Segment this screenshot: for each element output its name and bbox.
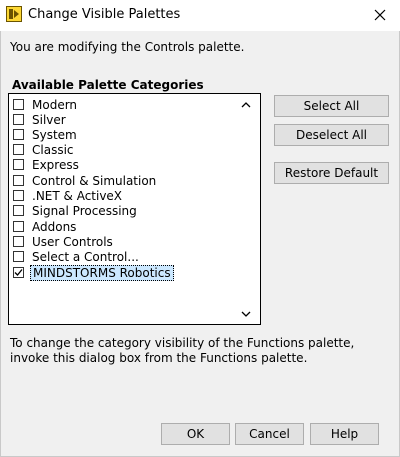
list-item-label: Addons <box>32 219 77 234</box>
checkbox[interactable] <box>13 159 24 170</box>
deselect-all-button[interactable]: Deselect All <box>274 124 389 146</box>
list-item[interactable]: Signal Processing <box>13 203 139 218</box>
labview-icon <box>6 6 22 22</box>
list-item-label: Classic <box>32 142 74 157</box>
checkbox[interactable] <box>13 205 24 216</box>
list-item-label: System <box>32 127 77 142</box>
restore-default-button[interactable]: Restore Default <box>274 162 389 184</box>
scroll-down-button[interactable] <box>240 308 252 320</box>
list-item-label: Select a Control... <box>32 249 139 264</box>
ok-button[interactable]: OK <box>161 423 230 445</box>
list-item-label: Express <box>32 157 79 172</box>
categories-heading: Available Palette Categories <box>12 78 204 92</box>
help-button[interactable]: Help <box>310 423 379 445</box>
checkbox[interactable] <box>13 221 24 232</box>
checkbox[interactable] <box>13 175 24 186</box>
list-item-label: MINDSTORMS Robotics <box>30 264 174 281</box>
list-item[interactable]: .NET & ActiveX <box>13 188 124 203</box>
scroll-up-button[interactable] <box>240 98 252 110</box>
intro-text: You are modifying the Controls palette. <box>10 40 245 54</box>
close-button[interactable] <box>360 0 400 30</box>
list-item[interactable]: Select a Control... <box>13 249 141 264</box>
list-item[interactable]: Classic <box>13 142 76 157</box>
checkbox[interactable] <box>13 144 24 155</box>
list-item[interactable]: Addons <box>13 219 78 234</box>
list-item-label: Signal Processing <box>32 203 137 218</box>
list-item-label: User Controls <box>32 234 113 249</box>
list-item-label: Silver <box>32 112 66 127</box>
list-item-label: .NET & ActiveX <box>32 188 123 203</box>
checkbox[interactable] <box>13 129 24 140</box>
list-item-label: Control & Simulation <box>32 173 157 188</box>
list-item[interactable]: Express <box>13 157 81 172</box>
checkbox[interactable] <box>13 114 24 125</box>
list-item[interactable]: Modern <box>13 97 79 112</box>
checkmark-icon <box>14 269 23 276</box>
list-item[interactable]: Silver <box>13 112 68 127</box>
window-title: Change Visible Palettes <box>28 7 181 22</box>
categories-listbox[interactable]: Modern Silver System Classic Express Con… <box>8 93 261 325</box>
checkbox[interactable] <box>13 190 24 201</box>
list-item[interactable]: User Controls <box>13 234 115 249</box>
cancel-button[interactable]: Cancel <box>235 423 304 445</box>
checkbox[interactable] <box>13 251 24 262</box>
title-bar: Change Visible Palettes <box>0 0 400 31</box>
footnote-text: To change the category visibility of the… <box>10 336 355 365</box>
chevron-up-icon <box>241 101 251 107</box>
list-item-label: Modern <box>32 97 78 112</box>
chevron-down-icon <box>241 311 251 317</box>
list-item[interactable]: Control & Simulation <box>13 173 158 188</box>
select-all-button[interactable]: Select All <box>274 95 389 117</box>
checkbox-checked[interactable] <box>13 267 24 278</box>
close-icon <box>374 9 386 21</box>
list-item-selected[interactable]: MINDSTORMS Robotics <box>13 264 174 281</box>
list-item[interactable]: System <box>13 127 79 142</box>
checkbox[interactable] <box>13 236 24 247</box>
checkbox[interactable] <box>13 99 24 110</box>
